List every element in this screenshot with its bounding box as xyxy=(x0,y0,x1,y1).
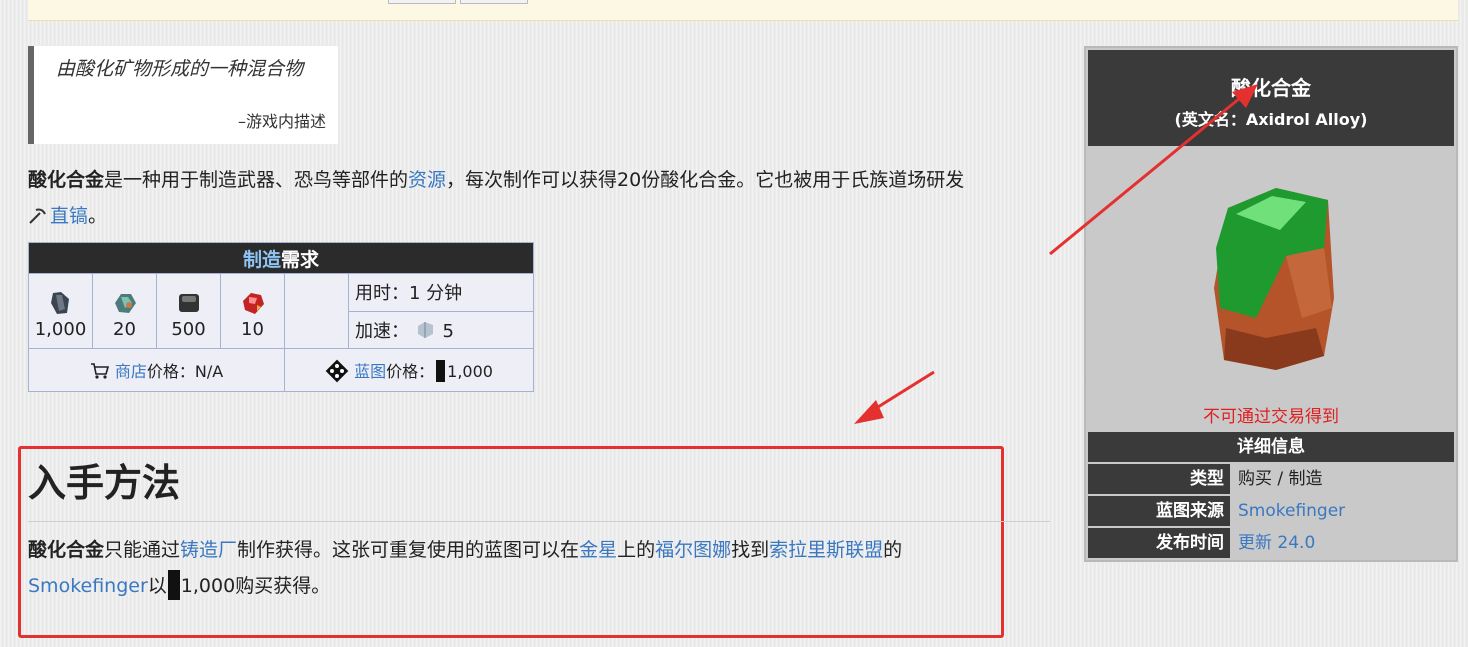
item-name: 酸化合金 xyxy=(28,169,105,191)
pickaxe-icon xyxy=(29,208,46,224)
intro-text: ，每次制作可以获得20份酸化合金。它也被用于氏族道场研发 xyxy=(446,169,965,191)
para-text: 制作获得。这张可重复使用的蓝图可以在 xyxy=(237,539,580,561)
solaris-united-link[interactable]: 索拉里斯联盟 xyxy=(769,539,883,561)
acquisition-paragraph: 酸化合金只能通过铸造厂制作获得。这张可重复使用的蓝图可以在金星上的福尔图娜找到索… xyxy=(28,532,988,604)
crafting-link[interactable]: 制造 xyxy=(243,249,281,271)
intro-text: 是一种用于制造武器、恐鸟等部件的 xyxy=(104,169,409,191)
material-quantity: 10 xyxy=(241,318,264,340)
blueprint-link[interactable]: 蓝图 xyxy=(354,362,386,381)
alloy-plate-icon xyxy=(178,293,199,312)
crafting-header-text: 需求 xyxy=(281,248,320,271)
infobox: 酸化合金 (英文名：Axidrol Alloy) 不可通过交易得到 详细信息 类… xyxy=(1084,46,1458,562)
para-text: 的 xyxy=(883,539,903,561)
material-quantity: 500 xyxy=(171,318,206,340)
material-cell[interactable]: 10 xyxy=(220,273,285,349)
material-cell[interactable]: 500 xyxy=(156,273,221,349)
banner-button[interactable] xyxy=(460,0,528,4)
tradeable-note: 不可通过交易得到 xyxy=(1203,407,1339,427)
para-text: 以 xyxy=(147,575,167,597)
market-price-text: 价格：N/A xyxy=(146,362,224,381)
pickaxe-link[interactable]: 直镐 xyxy=(50,205,88,227)
para-text: 只能通过 xyxy=(104,539,181,561)
material-quantity: 20 xyxy=(113,318,136,340)
rush-cost: 加速： 5 xyxy=(348,310,534,349)
platinum-icon xyxy=(417,321,433,338)
banner-button[interactable] xyxy=(388,0,456,4)
section-heading: 入手方法 xyxy=(28,461,181,505)
credits-icon xyxy=(436,359,446,382)
crafting-header: 制造需求 xyxy=(28,242,534,274)
game-quote: 由酸化矿物形成的一种混合物 –游戏内描述 xyxy=(28,46,338,144)
para-text: 上的 xyxy=(617,539,656,561)
crafting-requirements-table: 制造需求 1,000 20 500 10 用时：1 分钟 加速： 5 商店价格：… xyxy=(28,242,534,392)
infobox-row-type: 类型 购买 / 制造 xyxy=(1088,464,1454,494)
foundry-link[interactable]: 铸造厂 xyxy=(180,539,237,561)
para-text: 1,000购买获得。 xyxy=(180,575,331,597)
row-key: 发布时间 xyxy=(1088,528,1230,558)
blueprint-price-value: 1,000 xyxy=(447,361,493,381)
infobox-title: 酸化合金 xyxy=(1231,76,1311,100)
blueprint-price: 蓝图价格： 1,000 xyxy=(284,348,534,392)
annotation-arrow xyxy=(854,370,935,424)
infobox-row-release: 发布时间 更新 24.0 xyxy=(1088,528,1454,558)
empty-material-cell xyxy=(284,273,349,349)
blueprint-price-text: 价格： xyxy=(386,361,435,381)
quote-source: –游戏内描述 xyxy=(237,112,326,131)
market-price: 商店价格：N/A xyxy=(28,348,285,392)
details-section-header: 详细信息 xyxy=(1088,432,1454,462)
blueprint-icon xyxy=(325,359,349,382)
smokefinger-link[interactable]: Smokefinger xyxy=(1238,496,1345,526)
heading-divider xyxy=(28,521,1050,522)
intro-paragraph: 酸化合金是一种用于制造武器、恐鸟等部件的资源，每次制作可以获得20份酸化合金。它… xyxy=(28,162,1028,234)
credits-icon xyxy=(167,570,180,600)
row-value: 购买 / 制造 xyxy=(1238,469,1323,489)
update-link[interactable]: 更新 24.0 xyxy=(1238,528,1315,558)
material-cell[interactable]: 20 xyxy=(92,273,157,349)
smokefinger-link[interactable]: Smokefinger xyxy=(28,575,148,597)
material-cell[interactable]: 1,000 xyxy=(28,273,93,349)
quote-text: 由酸化矿物形成的一种混合物 xyxy=(56,58,304,80)
row-key: 类型 xyxy=(1088,464,1230,494)
venus-link[interactable]: 金星 xyxy=(579,539,617,561)
cart-icon xyxy=(90,363,109,379)
resource-link[interactable]: 资源 xyxy=(408,169,446,191)
item-name: 酸化合金 xyxy=(28,539,105,561)
ferrite-icon xyxy=(50,291,69,314)
crystal-icon xyxy=(114,293,136,313)
axidrol-alloy-icon xyxy=(1214,188,1334,370)
infobox-row-blueprint-source: 蓝图来源 Smokefinger xyxy=(1088,496,1454,526)
para-text: 找到 xyxy=(731,539,770,561)
gem-icon xyxy=(242,292,264,314)
row-key: 蓝图来源 xyxy=(1088,496,1230,526)
market-link[interactable]: 商店 xyxy=(115,362,147,381)
material-quantity: 1,000 xyxy=(34,318,87,340)
infobox-header: 酸化合金 (英文名：Axidrol Alloy) xyxy=(1088,50,1454,146)
infobox-subtitle: (英文名：Axidrol Alloy) xyxy=(1174,110,1368,129)
rush-label: 加速： xyxy=(355,320,409,342)
build-time: 用时：1 分钟 xyxy=(348,273,534,312)
rush-value: 5 xyxy=(442,320,454,342)
intro-text: 。 xyxy=(88,205,108,227)
notice-banner xyxy=(28,0,1458,21)
fortuna-link[interactable]: 福尔图娜 xyxy=(655,539,731,561)
